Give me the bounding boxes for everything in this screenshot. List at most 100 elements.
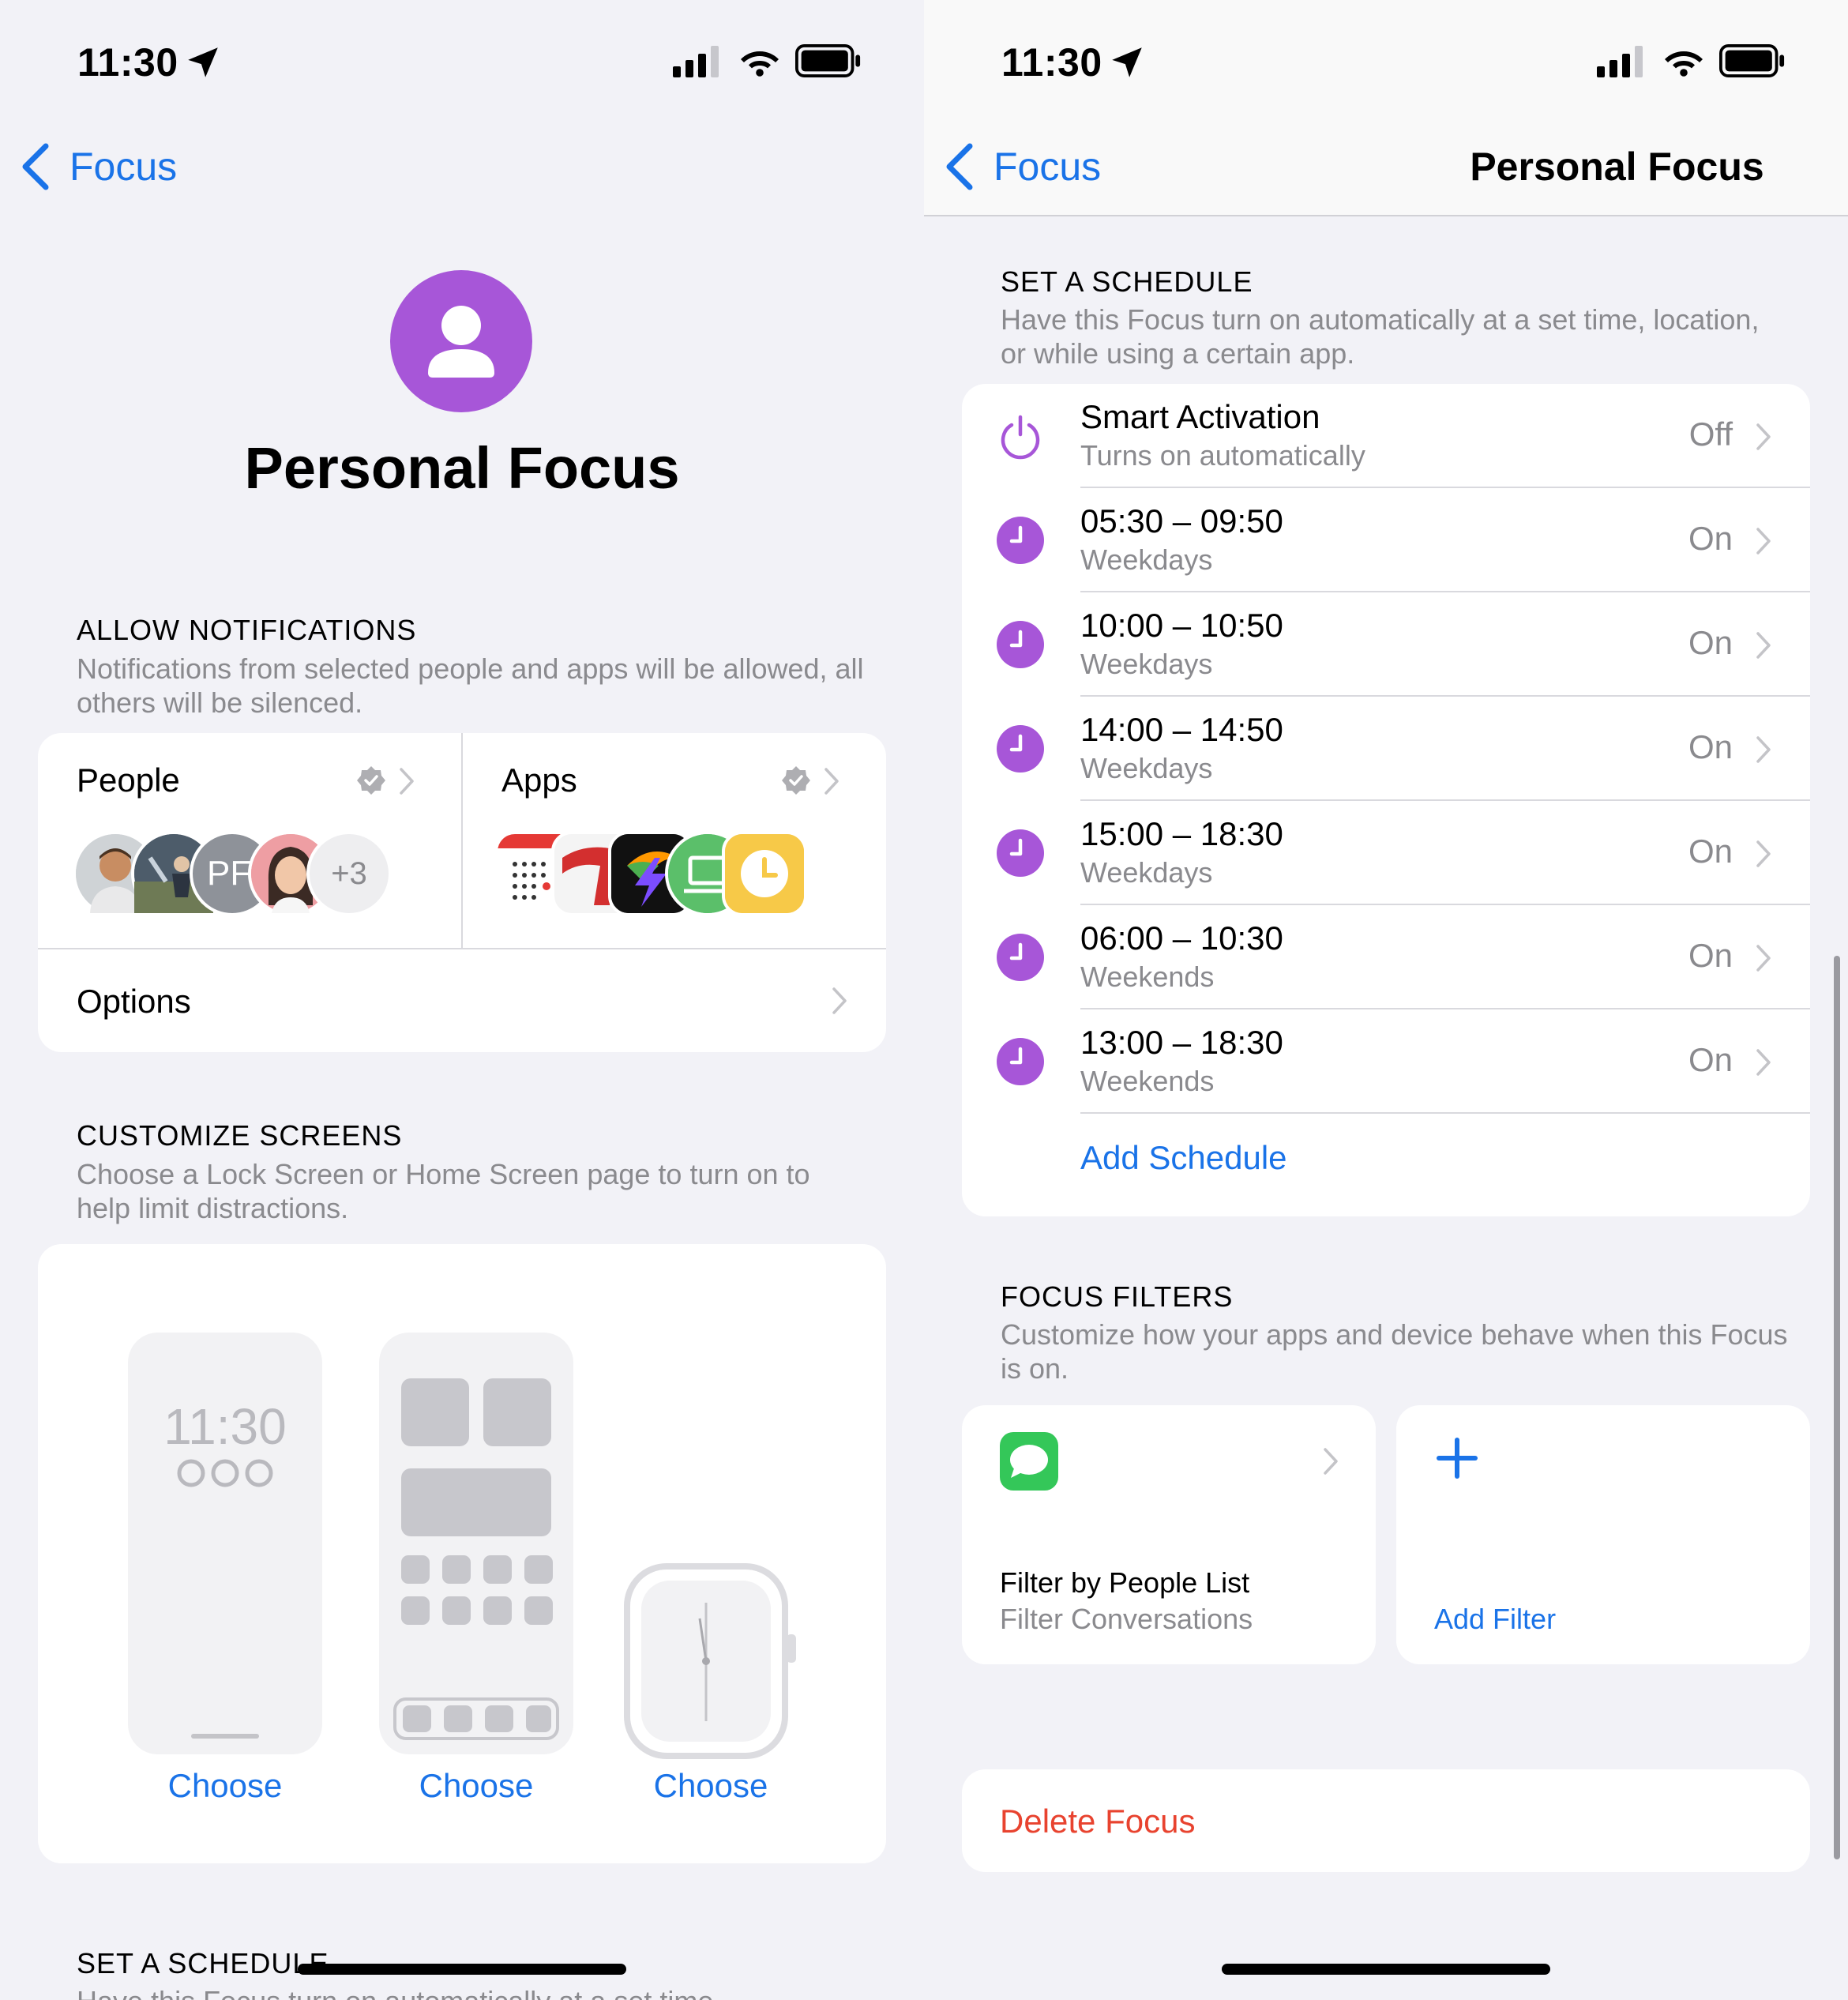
watch-face-preview[interactable] xyxy=(624,1563,801,1759)
chevron-right-icon xyxy=(832,987,847,1014)
options-row[interactable]: Options xyxy=(38,949,886,1052)
schedule-time: 15:00 – 18:30 xyxy=(1080,815,1283,852)
status-bar: 11:30 xyxy=(0,0,924,118)
navigation-bar: Focus Personal Focus xyxy=(924,118,1848,216)
schedule-state: On xyxy=(1688,728,1733,765)
status-time: 11:30 xyxy=(77,40,178,85)
clock-icon xyxy=(997,517,1044,564)
nav-title: Personal Focus xyxy=(1470,145,1764,189)
clock-icon xyxy=(997,725,1044,773)
clock-icon xyxy=(997,1038,1044,1085)
schedule-days: Weekdays xyxy=(1080,648,1213,680)
status-bar: 11:30 xyxy=(924,0,1848,118)
focus-filters-header: FOCUS FILTERS xyxy=(1001,1280,1234,1313)
lock-screen-preview[interactable]: 11:30 xyxy=(128,1333,322,1754)
schedule-row[interactable]: 06:00 – 10:30 Weekends On xyxy=(962,905,1810,1009)
schedule-time: 13:00 – 18:30 xyxy=(1080,1024,1283,1061)
location-arrow-icon xyxy=(1112,47,1142,77)
plus-icon xyxy=(1437,1438,1478,1479)
chevron-right-icon xyxy=(400,768,414,795)
choose-home-screen-button[interactable]: Choose xyxy=(374,1767,579,1805)
add-filter-label: Add Filter xyxy=(1434,1603,1557,1635)
schedule-days: Weekdays xyxy=(1080,543,1213,576)
choose-watch-face-button[interactable]: Choose xyxy=(608,1767,813,1805)
scrollbar[interactable] xyxy=(1834,956,1840,1859)
chevron-right-icon xyxy=(1324,1448,1338,1475)
home-indicator-mini xyxy=(191,1734,259,1739)
schedule-days: Weekdays xyxy=(1080,752,1213,784)
smart-activation-row[interactable]: Smart Activation Turns on automatically … xyxy=(962,384,1810,488)
filter-card[interactable]: Filter by People List Filter Conversatio… xyxy=(962,1405,1376,1664)
set-schedule-header: SET A SCHEDULE xyxy=(77,1947,329,1979)
allow-notifications-header: ALLOW NOTIFICATIONS xyxy=(77,614,417,646)
back-button[interactable]: Focus xyxy=(943,139,1101,194)
set-schedule-description: Have this Focus turn on automatically at… xyxy=(77,1984,866,2000)
allow-notifications-description: Notifications from selected people and a… xyxy=(77,652,864,719)
add-filter-card[interactable]: Add Filter xyxy=(1396,1405,1810,1664)
schedule-days: Weekends xyxy=(1080,961,1215,993)
chevron-right-icon xyxy=(1756,528,1771,555)
focus-filters-description: Customize how your apps and device behav… xyxy=(1001,1318,1788,1385)
schedule-time: 05:30 – 09:50 xyxy=(1080,502,1283,539)
schedule-time: 14:00 – 14:50 xyxy=(1080,711,1283,748)
chevron-right-icon xyxy=(1756,945,1771,972)
schedule-row[interactable]: 14:00 – 14:50 Weekdays On xyxy=(962,697,1810,801)
clock-icon xyxy=(997,934,1044,981)
customize-screens-card: 11:30 Choose Choose Choose xyxy=(38,1244,886,1863)
smart-activation-state: Off xyxy=(1688,415,1733,453)
clock-app-icon xyxy=(722,831,807,916)
schedule-state: On xyxy=(1688,937,1733,974)
apps-cell[interactable]: Apps xyxy=(463,733,886,948)
chevron-left-icon xyxy=(946,143,973,190)
battery-icon xyxy=(795,44,861,77)
back-label: Focus xyxy=(69,145,178,189)
schedule-state: On xyxy=(1688,520,1733,557)
home-screen-layout-icon xyxy=(393,1378,559,1740)
chevron-right-icon xyxy=(824,768,839,795)
schedule-days: Weekdays xyxy=(1080,856,1213,889)
navigation-bar: Focus xyxy=(0,118,924,216)
home-screen-preview[interactable] xyxy=(379,1333,573,1754)
status-time: 11:30 xyxy=(1001,40,1102,85)
verified-badge-icon xyxy=(357,766,385,795)
filter-title: Filter by People List xyxy=(1000,1566,1250,1599)
messages-app-icon xyxy=(1000,1432,1058,1491)
more-people-count: +3 xyxy=(306,831,392,916)
lock-widgets-icon xyxy=(177,1459,273,1487)
wifi-icon xyxy=(741,51,779,77)
schedule-days: Weekends xyxy=(1080,1065,1215,1097)
choose-lock-screen-button[interactable]: Choose xyxy=(122,1767,328,1805)
focus-person-icon xyxy=(390,270,532,412)
add-schedule-button[interactable]: Add Schedule xyxy=(1080,1139,1287,1177)
chevron-right-icon xyxy=(1756,1049,1771,1076)
filter-subtitle: Filter Conversations xyxy=(1000,1603,1253,1635)
schedule-row[interactable]: 05:30 – 09:50 Weekdays On xyxy=(962,488,1810,592)
schedule-row[interactable]: 15:00 – 18:30 Weekdays On xyxy=(962,801,1810,905)
schedule-row[interactable]: 13:00 – 18:30 Weekends On xyxy=(962,1009,1810,1114)
schedule-time: 06:00 – 10:30 xyxy=(1080,919,1283,957)
chevron-right-icon xyxy=(1756,736,1771,763)
home-indicator[interactable] xyxy=(1222,1964,1550,1975)
back-button[interactable]: Focus xyxy=(19,139,177,194)
smart-activation-subtitle: Turns on automatically xyxy=(1080,439,1365,472)
schedule-time: 10:00 – 10:50 xyxy=(1080,607,1283,644)
smart-activation-title: Smart Activation xyxy=(1080,398,1320,435)
schedule-state: On xyxy=(1688,624,1733,661)
home-indicator[interactable] xyxy=(298,1964,626,1975)
schedule-row[interactable]: 10:00 – 10:50 Weekdays On xyxy=(962,592,1810,697)
divider xyxy=(1080,1112,1810,1114)
delete-focus-button[interactable]: Delete Focus xyxy=(1000,1803,1195,1840)
right-screen: 11:30 Focus Personal Focus SET A SCHEDUL… xyxy=(924,0,1848,2000)
chevron-left-icon xyxy=(22,143,49,190)
lock-preview-time: 11:30 xyxy=(163,1398,287,1455)
schedule-state: On xyxy=(1688,833,1733,870)
location-arrow-icon xyxy=(188,47,218,77)
customize-screens-header: CUSTOMIZE SCREENS xyxy=(77,1119,403,1152)
people-label: People xyxy=(77,761,180,799)
chevron-right-icon xyxy=(1756,632,1771,659)
delete-focus-row[interactable]: Delete Focus xyxy=(962,1769,1810,1872)
battery-icon xyxy=(1719,44,1785,77)
clock-icon xyxy=(997,621,1044,668)
cellular-signal-icon xyxy=(1597,46,1643,77)
people-cell[interactable]: People PF +3 xyxy=(38,733,461,948)
